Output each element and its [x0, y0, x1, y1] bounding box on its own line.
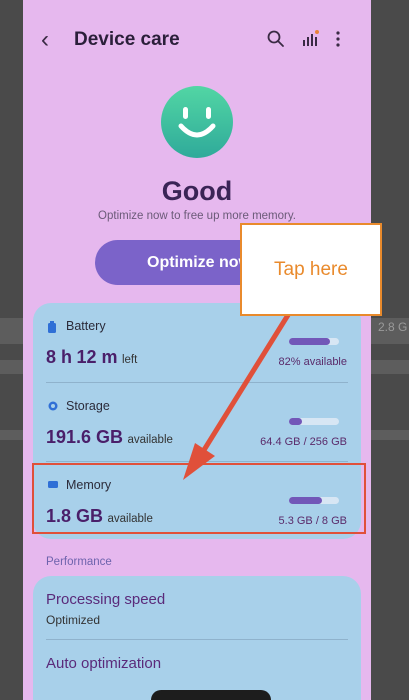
tap-here-callout: Tap here — [240, 223, 382, 316]
pointer-arrow-icon — [183, 312, 291, 480]
